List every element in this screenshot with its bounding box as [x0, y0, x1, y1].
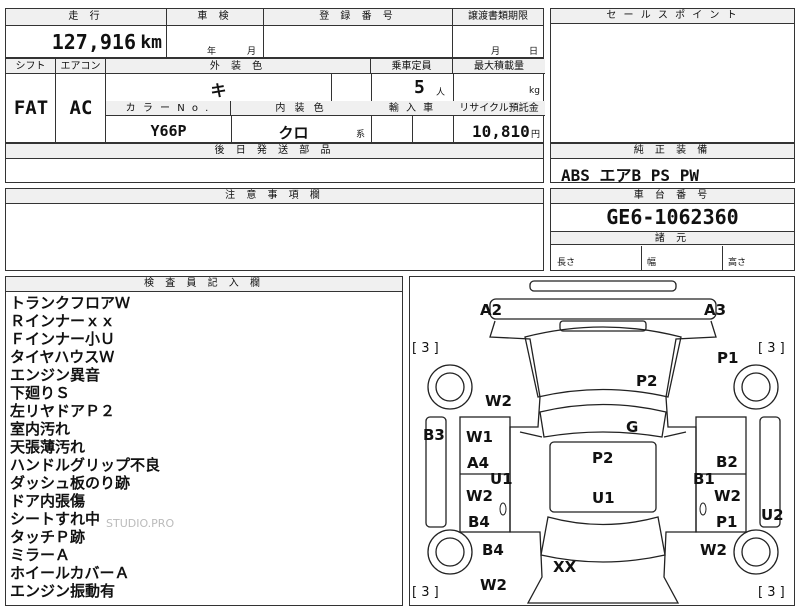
inspector-list: トランクフロアＷ Ｒインナーｘｘ Ｆインナー小Ｕ タイヤハウスＷ エンジン異音 …	[10, 294, 160, 600]
damage-mark: W2	[700, 541, 727, 559]
damage-mark: G	[626, 418, 639, 436]
color-no-value: Y66P	[150, 122, 187, 140]
damage-mark: A4	[467, 454, 490, 472]
sales-point-label: セ ー ル ス ポ イ ン ト	[551, 9, 794, 24]
damage-mark: W2	[480, 576, 507, 594]
inspector-label: 検 査 員 記 入 欄	[6, 277, 402, 292]
damage-map: [ 3 ] [ 3 ] [ 3 ] [ 3 ] A2 A3 P1 P2 W2 G…	[409, 276, 795, 606]
max-load-label: 最大積載量	[453, 59, 545, 74]
notes-box: 注 意 事 項 欄	[5, 188, 544, 271]
list-item: 室内汚れ	[10, 420, 71, 438]
recycle-unit: 円	[531, 130, 541, 140]
damage-mark: XX	[553, 558, 577, 576]
genuine-equipment-box: 純 正 装 備 ABS エアB PS PW	[550, 143, 795, 185]
damage-mark: U1	[592, 489, 615, 507]
mileage-value: 127,916	[51, 30, 136, 54]
list-item: 天張薄汚れ	[10, 438, 86, 456]
damage-mark: U1	[490, 470, 513, 488]
transfer-doc-label: 譲渡書類期限	[453, 9, 543, 26]
watermark: STUDIO.PRO	[106, 517, 175, 530]
capacity-value: 5	[414, 77, 425, 98]
capacity-unit: 人	[436, 88, 446, 98]
list-item: タッチＰ跡	[10, 528, 86, 546]
mileage-box: 走 行 127,916 km	[5, 8, 167, 58]
damage-mark: B4	[482, 541, 504, 559]
shift-value: FAT	[13, 97, 49, 119]
mileage-unit: km	[140, 32, 162, 53]
recycle-value: 10,810	[472, 122, 530, 141]
registration-box: 登 録 番 号	[263, 8, 453, 58]
damage-mark: W2	[485, 392, 512, 410]
dimensions-label: 諸 元	[551, 231, 794, 245]
damage-mark: P1	[717, 349, 739, 367]
transfer-doc-box: 譲渡書類期限 月 日	[452, 8, 544, 58]
chassis-label: 車 台 番 号	[551, 189, 794, 204]
genuine-equipment-label: 純 正 装 備	[551, 144, 794, 159]
damage-mark: P2	[636, 372, 658, 390]
tire-count-front-left: [ 3 ]	[412, 341, 439, 356]
list-item: エンジン異音	[10, 366, 101, 384]
damage-mark: W1	[466, 428, 493, 446]
chassis-box: 車 台 番 号 GE6-1062360 諸 元 長さ 幅 高さ	[550, 188, 795, 271]
interior-color-suffix: 系	[356, 130, 366, 140]
list-item: ダッシュ板のり跡	[10, 474, 131, 492]
max-load-unit: kg	[529, 86, 540, 96]
registration-label: 登 録 番 号	[264, 9, 452, 26]
list-item: 左リヤドアＰ２	[10, 402, 116, 420]
list-item: Ｒインナーｘｘ	[10, 312, 116, 330]
list-item: Ｆインナー小Ｕ	[10, 330, 116, 348]
inspection-label: 車 検	[167, 9, 263, 26]
genuine-equipment-value: ABS エアB PS PW	[561, 166, 699, 185]
width-label: 幅	[647, 258, 657, 268]
notes-label: 注 意 事 項 欄	[6, 189, 543, 204]
chassis-value: GE6-1062360	[606, 205, 739, 229]
damage-mark: B2	[716, 453, 738, 471]
inspection-box: 車 検 年 月	[166, 8, 264, 58]
height-label: 高さ	[728, 258, 747, 268]
length-label: 長さ	[557, 258, 576, 268]
aircon-value: AC	[69, 97, 93, 119]
later-parts-label: 後 日 発 送 部 品	[6, 144, 543, 159]
recycle-label: リサイクル預託金	[453, 101, 545, 116]
tire-count-front-right: [ 3 ]	[758, 341, 785, 356]
mileage-label: 走 行	[6, 9, 166, 26]
inspection-year-unit: 年	[207, 47, 217, 57]
shift-label: シフト	[6, 59, 56, 74]
damage-mark: B4	[468, 513, 490, 531]
damage-mark: P2	[592, 449, 614, 467]
list-item: トランクフロアＷ	[10, 294, 131, 312]
transfer-month-unit: 月	[491, 47, 501, 57]
damage-mark: B1	[693, 470, 715, 488]
list-item: ホイールカバーＡ	[10, 564, 130, 582]
tire-count-rear-right: [ 3 ]	[758, 585, 785, 600]
import-label: 輸 入 車	[371, 101, 453, 116]
inspection-month-unit: 月	[247, 47, 257, 57]
later-parts-box: 後 日 発 送 部 品	[5, 143, 544, 183]
exterior-color-label: 外 装 色	[106, 59, 371, 74]
damage-mark: B3	[423, 426, 445, 444]
interior-color-label: 内 装 色	[231, 101, 371, 116]
damage-mark: A2	[480, 301, 503, 319]
color-no-label: カ ラ ー N o .	[106, 101, 231, 116]
sales-point-box: セ ー ル ス ポ イ ン ト	[550, 8, 795, 143]
damage-mark: W2	[714, 487, 741, 505]
list-item: ドア内張傷	[10, 492, 86, 510]
list-item: ハンドルグリップ不良	[10, 456, 161, 474]
exterior-color-value: キ	[210, 81, 227, 100]
damage-mark: A3	[704, 301, 727, 319]
damage-mark: W2	[466, 487, 493, 505]
tire-count-rear-left: [ 3 ]	[412, 585, 439, 600]
list-item: エンジン振動有	[10, 582, 116, 600]
list-item: タイヤハウスＷ	[10, 348, 115, 366]
capacity-label: 乗車定員	[371, 59, 453, 74]
transfer-day-unit: 日	[529, 47, 539, 57]
damage-mark: U2	[761, 506, 784, 524]
specs-table: シフト エアコン FAT AC 外 装 色 キ 乗車定員 最大積載量 5 人 k…	[5, 58, 545, 144]
list-item: 下廻りＳ	[10, 384, 71, 402]
list-item: ミラーＡ	[10, 546, 71, 564]
damage-mark: P1	[716, 513, 738, 531]
inspector-box: 検 査 員 記 入 欄 トランクフロアＷ Ｒインナーｘｘ Ｆインナー小Ｕ タイヤ…	[5, 276, 403, 606]
aircon-label: エアコン	[56, 59, 106, 74]
interior-color-value: クロ	[278, 124, 309, 142]
